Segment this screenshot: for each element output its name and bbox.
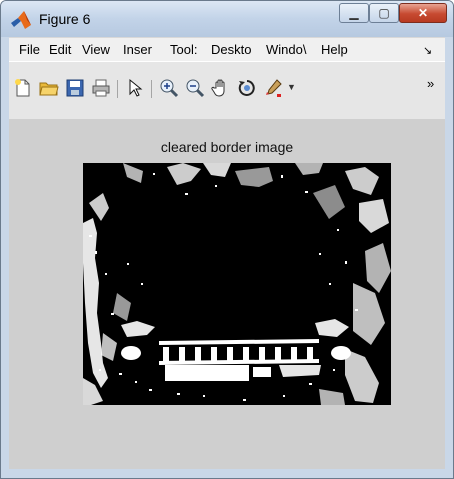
menu-window[interactable]: Windo\ xyxy=(266,42,306,57)
figure-toolbar: ▼ » xyxy=(9,61,445,121)
close-icon: ✕ xyxy=(417,6,429,20)
save-figure-icon[interactable] xyxy=(65,78,85,98)
menu-view[interactable]: View xyxy=(82,42,110,57)
data-cursor-dropdown-icon[interactable]: ▼ xyxy=(287,82,296,92)
new-figure-icon[interactable] xyxy=(13,78,33,98)
matlab-logo-icon xyxy=(11,11,31,29)
minimize-icon: ▁ xyxy=(349,6,359,20)
rotate-3d-icon[interactable] xyxy=(237,78,257,98)
plot-title: cleared border image xyxy=(160,139,294,155)
zoom-in-icon[interactable] xyxy=(159,78,179,98)
window-title: Figure 6 xyxy=(39,11,91,27)
menu-overflow-icon[interactable]: ↘ xyxy=(423,44,432,57)
pan-hand-icon[interactable] xyxy=(211,78,231,98)
menu-bar: File Edit View Inser Tool: Deskto Windo\… xyxy=(9,37,445,62)
menu-tools[interactable]: Tool: xyxy=(170,42,197,57)
menu-help[interactable]: Help xyxy=(321,42,348,57)
zoom-out-icon[interactable] xyxy=(185,78,205,98)
figure-canvas-area: cleared border image xyxy=(9,119,445,469)
window-controls: ▁ ▢ ✕ xyxy=(339,3,447,25)
minimize-button[interactable]: ▁ xyxy=(339,3,369,23)
menu-insert[interactable]: Inser xyxy=(123,42,152,57)
open-file-icon[interactable] xyxy=(39,78,59,98)
binary-image[interactable] xyxy=(83,163,391,405)
edit-plot-arrow-icon[interactable] xyxy=(125,78,145,98)
figure-window: Figure 6 ▁ ▢ ✕ File Edit View Inser Tool… xyxy=(0,0,454,479)
toolbar-separator xyxy=(117,80,118,98)
toolbar-overflow-icon[interactable]: » xyxy=(427,76,434,91)
title-bar[interactable]: Figure 6 ▁ ▢ ✕ xyxy=(1,1,453,37)
menu-desktop[interactable]: Deskto xyxy=(211,42,251,57)
maximize-icon: ▢ xyxy=(378,6,390,20)
maximize-button[interactable]: ▢ xyxy=(369,3,399,23)
menu-file[interactable]: File xyxy=(19,42,40,57)
print-figure-icon[interactable] xyxy=(91,78,111,98)
toolbar-separator xyxy=(151,80,152,98)
close-button[interactable]: ✕ xyxy=(399,3,447,23)
data-cursor-icon[interactable] xyxy=(263,78,283,98)
menu-edit[interactable]: Edit xyxy=(49,42,71,57)
